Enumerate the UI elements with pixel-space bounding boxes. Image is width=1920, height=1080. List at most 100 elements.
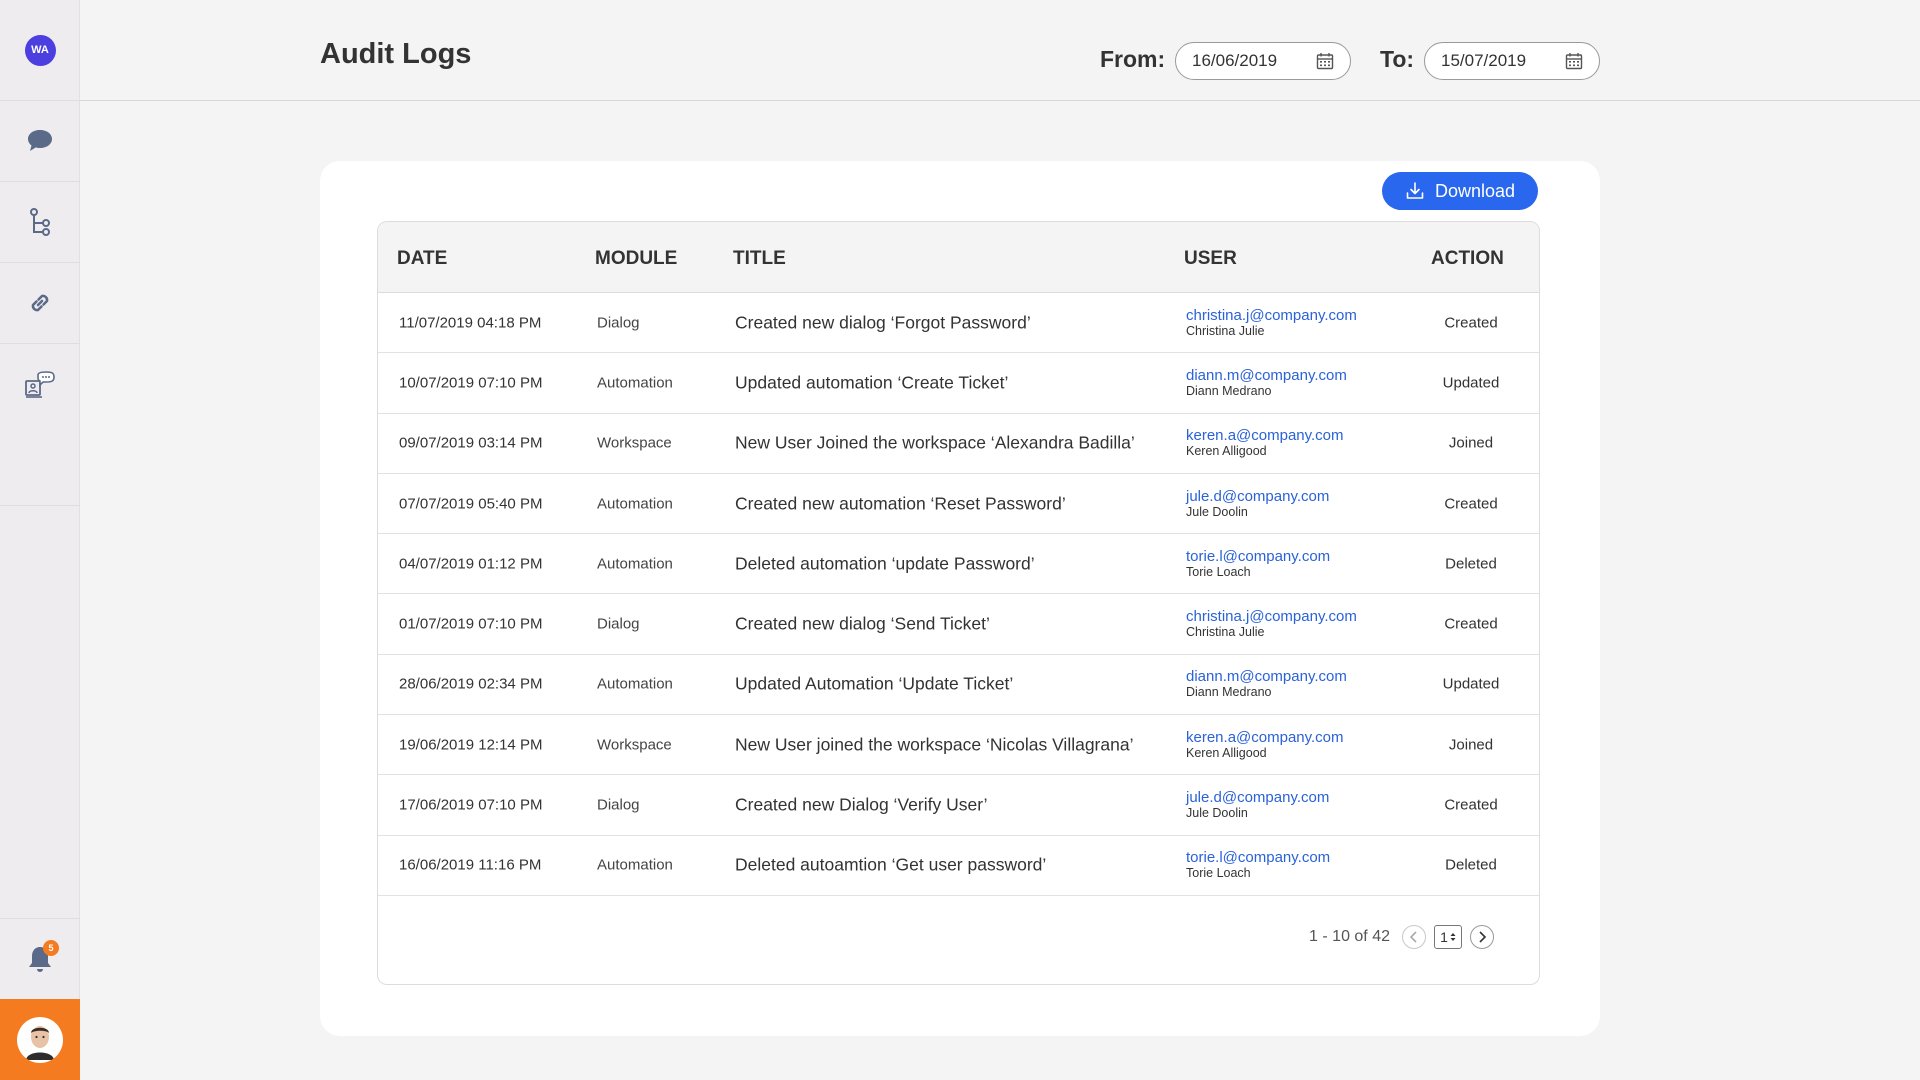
user-email-link[interactable]: christina.j@company.com xyxy=(1186,307,1357,324)
user-email-link[interactable]: jule.d@company.com xyxy=(1186,789,1329,806)
row-action: Created xyxy=(1444,796,1498,814)
row-date: 19/06/2019 12:14 PM xyxy=(399,736,543,754)
row-action: Updated xyxy=(1442,374,1500,392)
row-user: christina.j@company.com Christina Julie xyxy=(1186,608,1357,640)
table-row[interactable]: 09/07/2019 03:14 PM Workspace New User Joi… xyxy=(378,414,1539,474)
row-date: 09/07/2019 03:14 PM xyxy=(399,434,543,452)
row-title: Created new Dialog ‘Verify User’ xyxy=(735,794,988,815)
column-header-module[interactable]: MODULE xyxy=(595,248,677,270)
user-email-link[interactable]: diann.m@company.com xyxy=(1186,367,1347,384)
row-title: Deleted automation ‘update Password’ xyxy=(735,553,1035,574)
workspace-logo[interactable]: WA xyxy=(24,34,56,66)
row-module: Automation xyxy=(597,555,673,573)
user-name: Christina Julie xyxy=(1186,323,1265,338)
table-body: 11/07/2019 04:18 PM Dialog Created new dia… xyxy=(378,293,1539,896)
user-avatar-cell[interactable] xyxy=(0,999,80,1080)
user-email-link[interactable]: diann.m@company.com xyxy=(1186,668,1347,685)
user-name: Keren Alligood xyxy=(1186,444,1267,459)
row-title: Created new dialog ‘Forgot Password’ xyxy=(735,312,1031,333)
row-title: New User Joined the workspace ‘Alexandra… xyxy=(735,432,1135,453)
row-date: 28/06/2019 02:34 PM xyxy=(399,675,543,693)
column-header-title[interactable]: TITLE xyxy=(733,248,786,270)
table-row[interactable]: 28/06/2019 02:34 PM Automation Updated Aut… xyxy=(378,655,1539,716)
row-user: keren.a@company.com Keren Alligood xyxy=(1186,427,1344,459)
table-row[interactable]: 16/06/2019 11:16 PM Automation Deleted aut… xyxy=(378,836,1539,896)
download-button[interactable]: Download xyxy=(1382,172,1538,210)
column-header-user[interactable]: USER xyxy=(1184,248,1237,270)
row-module: Dialog xyxy=(597,615,640,633)
row-user: christina.j@company.com Christina Julie xyxy=(1186,307,1357,339)
table-row[interactable]: 17/06/2019 07:10 PM Dialog Created new Dia… xyxy=(378,775,1539,836)
row-action: Created xyxy=(1444,615,1498,633)
user-email-link[interactable]: keren.a@company.com xyxy=(1186,427,1344,444)
user-email-link[interactable]: keren.a@company.com xyxy=(1186,729,1344,746)
notification-count-badge: 5 xyxy=(43,940,59,956)
prev-page-button[interactable] xyxy=(1402,925,1426,949)
row-module: Dialog xyxy=(597,796,640,814)
row-user: torie.l@company.com Torie Loach xyxy=(1186,548,1330,580)
page-select[interactable]: 1 xyxy=(1434,925,1462,949)
link-icon xyxy=(31,294,49,312)
sidebar-item-integrations[interactable] xyxy=(0,263,80,344)
flow-icon xyxy=(30,208,50,236)
column-header-date[interactable]: DATE xyxy=(397,248,447,270)
row-date: 07/07/2019 05:40 PM xyxy=(399,495,543,513)
row-user: diann.m@company.com Diann Medrano xyxy=(1186,367,1347,399)
sidebar-item-flow[interactable] xyxy=(0,182,80,263)
user-email-link[interactable]: jule.d@company.com xyxy=(1186,488,1329,505)
sidebar-item-bot[interactable] xyxy=(0,344,80,506)
row-action: Deleted xyxy=(1445,555,1497,573)
table-row[interactable]: 11/07/2019 04:18 PM Dialog Created new dia… xyxy=(378,293,1539,354)
column-header-action[interactable]: ACTION xyxy=(1431,248,1504,270)
row-title: Updated Automation ‘Update Ticket’ xyxy=(735,673,1014,694)
row-date: 11/07/2019 04:18 PM xyxy=(399,314,542,332)
user-name: Keren Alligood xyxy=(1186,745,1267,760)
row-title: Updated automation ‘Create Ticket’ xyxy=(735,372,1009,393)
row-user: keren.a@company.com Keren Alligood xyxy=(1186,729,1344,761)
chevron-right-icon xyxy=(1479,931,1487,943)
from-date-field[interactable]: 16/06/2019 xyxy=(1175,42,1351,80)
current-page: 1 xyxy=(1440,929,1448,945)
to-label: To: xyxy=(1380,46,1415,72)
user-email-link[interactable]: torie.l@company.com xyxy=(1186,849,1330,866)
row-date: 10/07/2019 07:10 PM xyxy=(399,374,543,392)
row-user: jule.d@company.com Jule Doolin xyxy=(1186,488,1329,520)
user-name: Jule Doolin xyxy=(1186,504,1248,519)
table-row[interactable]: 07/07/2019 05:40 PM Automation Created new… xyxy=(378,474,1539,535)
row-date: 16/06/2019 11:16 PM xyxy=(399,856,542,874)
sidebar-item-chat[interactable] xyxy=(0,101,80,182)
row-action: Joined xyxy=(1448,434,1494,452)
sidebar-item-notifications[interactable]: 5 xyxy=(0,918,80,999)
user-name: Jule Doolin xyxy=(1186,806,1248,821)
table-row[interactable]: 01/07/2019 07:10 PM Dialog Created new dia… xyxy=(378,594,1539,655)
user-email-link[interactable]: torie.l@company.com xyxy=(1186,548,1330,565)
user-name: Torie Loach xyxy=(1186,866,1251,881)
table-header: DATE MODULE TITLE USER ACTION xyxy=(378,222,1539,293)
to-date-field[interactable]: 15/07/2019 xyxy=(1424,42,1600,80)
row-user: jule.d@company.com Jule Doolin xyxy=(1186,789,1329,821)
row-module: Automation xyxy=(597,675,673,693)
user-name: Diann Medrano xyxy=(1186,383,1272,398)
table-row[interactable]: 10/07/2019 07:10 PM Automation Updated aut… xyxy=(378,353,1539,414)
row-date: 01/07/2019 07:10 PM xyxy=(399,615,543,633)
row-date: 04/07/2019 01:12 PM xyxy=(399,555,543,573)
to-date-value: 15/07/2019 xyxy=(1441,51,1527,70)
logo-cell: WA xyxy=(0,0,80,101)
page-header: Audit Logs From: 16/06/2019 To: 15/07/20… xyxy=(80,0,1920,101)
user-name: Diann Medrano xyxy=(1186,685,1272,700)
calendar-icon[interactable] xyxy=(1316,52,1334,70)
table-row[interactable]: 19/06/2019 12:14 PM Workspace New User joi… xyxy=(378,715,1539,776)
pagination: 1 - 10 of 42 1 xyxy=(1309,925,1494,949)
table-row[interactable]: 04/07/2019 01:12 PM Automation Deleted aut… xyxy=(378,534,1539,595)
next-page-button[interactable] xyxy=(1470,925,1494,949)
row-module: Workspace xyxy=(597,434,672,452)
row-module: Automation xyxy=(597,495,673,513)
pagination-range: 1 - 10 of 42 xyxy=(1309,928,1390,945)
updown-icon xyxy=(1450,933,1456,941)
user-email-link[interactable]: christina.j@company.com xyxy=(1186,608,1357,625)
avatar[interactable] xyxy=(17,1016,63,1063)
audit-log-card: Download DATE MODULE TITLE USER ACTION 1… xyxy=(320,161,1600,1036)
calendar-icon[interactable] xyxy=(1565,52,1583,70)
user-photo-icon xyxy=(26,1025,54,1060)
row-title: Deleted autoamtion ‘Get user password’ xyxy=(735,854,1047,875)
